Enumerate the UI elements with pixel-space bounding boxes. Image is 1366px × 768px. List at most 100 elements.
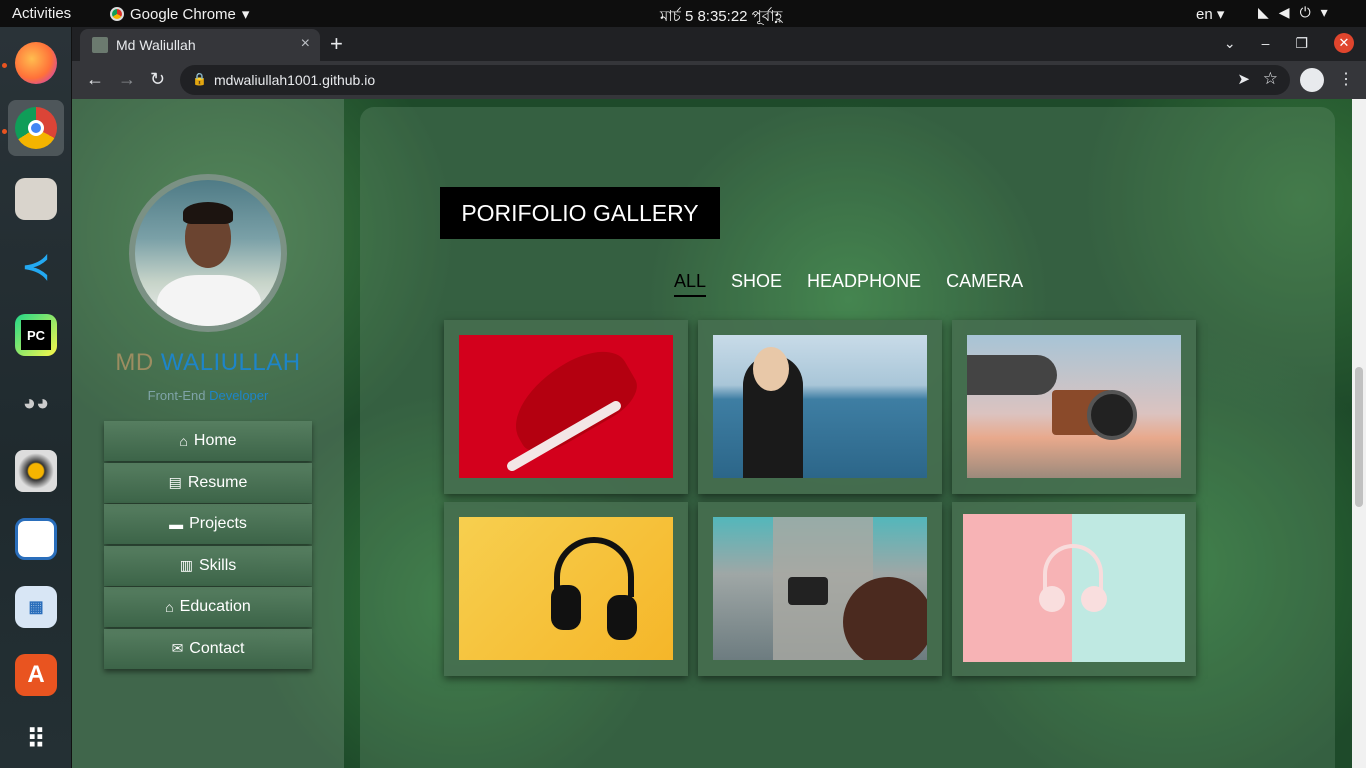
running-indicator <box>2 63 7 68</box>
tab-search-icon[interactable]: ⌄ <box>1224 35 1236 52</box>
black-headphones-yellow-image <box>459 517 673 660</box>
software-center-icon: A <box>15 654 57 696</box>
nav-label: Home <box>193 432 237 449</box>
name-first: MD <box>115 349 161 376</box>
app-menu[interactable]: Google Chrome ▾ <box>110 5 249 23</box>
bar-chart-icon: ▥ <box>179 557 193 574</box>
filter-shoe[interactable]: SHOE <box>731 271 782 297</box>
folder-icon: ▬ <box>169 516 184 533</box>
name-last: WALIULLAH <box>160 349 301 376</box>
role-part-1: Front-End <box>147 388 210 403</box>
firefox-icon <box>15 42 57 84</box>
nav-label: Skills <box>198 556 237 574</box>
page-scrollbar[interactable] <box>1352 99 1366 768</box>
nav-contact[interactable]: ✉ Contact <box>104 628 312 669</box>
address-bar[interactable]: 🔒 mdwaliullah1001.github.io ➤ ☆ <box>180 65 1290 95</box>
filter-camera[interactable]: CAMERA <box>946 271 1023 297</box>
profile-role: Front-End Developer <box>72 388 344 403</box>
firefox-launcher[interactable] <box>8 35 64 91</box>
language-label: en <box>1196 6 1213 23</box>
close-window-button[interactable]: ✕ <box>1334 33 1354 53</box>
woman-headphones-sea-image <box>713 335 927 478</box>
gallery-item-headphone[interactable] <box>952 502 1196 676</box>
vscode-launcher[interactable]: ≺ <box>8 239 64 295</box>
red-sneaker-image <box>459 335 673 478</box>
profile-photo <box>129 174 287 332</box>
power-icon: ⏻ <box>1299 4 1311 20</box>
app-store-icon: ▦ <box>15 586 57 628</box>
chrome-launcher[interactable] <box>8 100 64 156</box>
back-arrow-icon[interactable]: ← <box>86 69 104 90</box>
filter-headphone[interactable]: HEADPHONE <box>807 271 921 297</box>
system-tray[interactable]: ◣ ◀ ⏻ ▾ <box>1258 4 1328 21</box>
rhythmbox-launcher[interactable] <box>8 443 64 499</box>
chrome-small-icon <box>110 7 124 21</box>
profile-avatar-icon[interactable] <box>1300 68 1324 92</box>
pycharm-launcher[interactable]: PC <box>8 307 64 363</box>
caret-down-icon: ▾ <box>241 6 250 23</box>
nav-label: Resume <box>187 473 248 491</box>
wifi-icon: ◣ <box>1258 4 1269 20</box>
software-center-launcher[interactable]: A <box>8 647 64 703</box>
gallery-item-camera[interactable] <box>698 502 942 676</box>
tab-title: Md Waliullah <box>116 37 196 53</box>
reload-icon[interactable]: ↻ <box>150 69 165 90</box>
nav-education[interactable]: ⌂ Education <box>104 587 312 628</box>
scrollbar-thumb[interactable] <box>1355 367 1363 507</box>
nav-home[interactable]: ⌂ Home <box>104 421 312 461</box>
gimp-launcher[interactable]: ◕◕ <box>8 375 64 431</box>
writer-launcher[interactable] <box>8 511 64 567</box>
new-tab-button[interactable]: + <box>330 31 343 57</box>
gimp-icon: ◕◕ <box>22 390 50 415</box>
files-launcher[interactable] <box>8 171 64 227</box>
language-indicator[interactable]: en ▾ <box>1196 5 1224 23</box>
vscode-icon: ≺ <box>21 248 51 286</box>
gallery-item-headphone[interactable] <box>444 502 688 676</box>
role-part-2: Developer <box>209 388 269 403</box>
gallery-item-camera[interactable] <box>952 320 1196 494</box>
tab-active[interactable]: Md Waliullah × <box>80 29 320 61</box>
photo-shirt <box>157 275 261 326</box>
maximize-button[interactable]: ❐ <box>1295 35 1308 52</box>
forward-arrow-icon[interactable]: → <box>118 69 136 90</box>
nav-projects[interactable]: ▬ Projects <box>104 504 312 545</box>
gallery-filters: ALL SHOE HEADPHONE CAMERA <box>674 271 1023 297</box>
photo-hair <box>183 202 233 224</box>
minimize-button[interactable]: – <box>1262 35 1270 51</box>
files-icon <box>15 178 57 220</box>
lock-icon[interactable]: 🔒 <box>192 72 207 86</box>
hand-holding-camera-image <box>967 335 1181 478</box>
nav-skills[interactable]: ▥ Skills <box>104 545 312 586</box>
chrome-menu-icon[interactable]: ⋮ <box>1338 69 1354 89</box>
window-controls: ⌄ – ❐ ✕ <box>1224 33 1354 53</box>
url-text[interactable]: mdwaliullah1001.github.io <box>214 72 375 88</box>
portfolio-panel: PORIFOLIO GALLERY ALL SHOE HEADPHONE CAM… <box>360 107 1335 768</box>
profile-name: MD WALIULLAH <box>72 349 344 377</box>
app-store-launcher[interactable]: ▦ <box>8 579 64 635</box>
gallery-item-headphone[interactable] <box>698 320 942 494</box>
woman-camera-city-image <box>713 517 927 660</box>
writer-icon <box>15 518 57 560</box>
chrome-icon <box>15 107 57 149</box>
gallery-item-shoe[interactable] <box>444 320 688 494</box>
volume-icon: ◀ <box>1278 4 1290 20</box>
gallery-title: PORIFOLIO GALLERY <box>440 187 720 239</box>
show-apps-button[interactable]: ⠿ <box>8 711 64 767</box>
pink-headphones-pastel-image <box>963 514 1185 662</box>
filter-all[interactable]: ALL <box>674 271 707 297</box>
home-icon: ⌂ <box>179 433 188 449</box>
tab-close-icon[interactable]: × <box>301 35 310 53</box>
pycharm-icon: PC <box>15 314 57 356</box>
nav-resume[interactable]: ▤ Resume <box>104 462 312 503</box>
document-icon: ▤ <box>168 474 182 491</box>
tab-strip: Md Waliullah × + ⌄ – ❐ ✕ <box>72 27 1366 61</box>
bookmark-star-icon[interactable]: ☆ <box>1263 69 1278 89</box>
profile-sidebar: MD WALIULLAH Front-End Developer ⌂ Home ▤… <box>72 99 344 768</box>
app-grid-icon: ⠿ <box>26 723 46 754</box>
send-tab-icon[interactable]: ➤ <box>1237 70 1250 88</box>
nav-label: Projects <box>189 515 247 533</box>
activities-button[interactable]: Activities <box>12 5 71 22</box>
nav-label: Contact <box>189 639 245 657</box>
favicon-icon <box>92 37 108 53</box>
running-indicator <box>2 129 7 134</box>
